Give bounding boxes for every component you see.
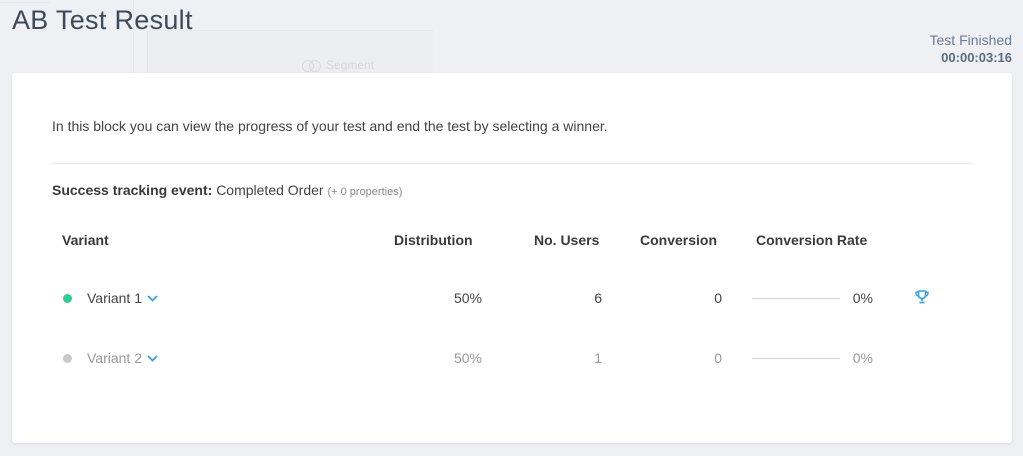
success-tracking-event: Completed Order — [216, 182, 324, 198]
conversion-value: 0 — [714, 350, 722, 366]
distribution-value: 50% — [453, 290, 482, 306]
segment-icon — [302, 60, 321, 72]
conversion-value: 0 — [714, 290, 722, 306]
users-value: 1 — [594, 350, 602, 366]
test-timer: 00:00:03:16 — [941, 50, 1012, 65]
chevron-down-icon — [147, 354, 158, 362]
conversion-rate-value: 0% — [852, 290, 873, 306]
background-segment-label: Segment — [326, 58, 375, 72]
status-dot — [63, 354, 72, 363]
chevron-down-icon — [147, 294, 158, 302]
variant-name: Variant 1 — [87, 290, 142, 306]
trophy-icon[interactable] — [914, 289, 930, 305]
users-value: 6 — [594, 290, 602, 306]
column-header-users: No. Users — [534, 232, 600, 248]
conversion-rate-value: 0% — [852, 350, 873, 366]
test-status-label: Test Finished — [929, 32, 1012, 48]
column-header-distribution: Distribution — [394, 232, 473, 248]
variant-selector[interactable]: Variant 1 — [87, 290, 158, 306]
variant-name: Variant 2 — [87, 350, 142, 366]
success-tracking-label: Success tracking event: — [52, 182, 213, 198]
card-divider — [52, 163, 972, 164]
status-dot — [63, 294, 72, 303]
distribution-value: 50% — [453, 350, 482, 366]
ab-test-card: In this block you can view the progress … — [12, 73, 1012, 443]
success-tracking-properties: (+ 0 properties) — [327, 186, 403, 198]
success-tracking: Success tracking event: Completed Order … — [52, 182, 402, 198]
column-header-variant: Variant — [62, 232, 109, 248]
table-row: Variant 1 50% 6 0 0% — [12, 286, 1012, 310]
card-description: In this block you can view the progress … — [52, 118, 608, 134]
page-title: AB Test Result — [12, 5, 193, 35]
test-status: Test Finished 00:00:03:16 — [930, 32, 1012, 67]
table-row: Variant 2 50% 1 0 0% — [12, 346, 1012, 370]
background-rule — [0, 2, 50, 3]
column-header-conversion: Conversion — [640, 232, 718, 248]
column-header-conversion-rate: Conversion Rate — [756, 232, 868, 248]
background-segment: Segment — [302, 58, 374, 72]
variant-selector[interactable]: Variant 2 — [87, 350, 158, 366]
